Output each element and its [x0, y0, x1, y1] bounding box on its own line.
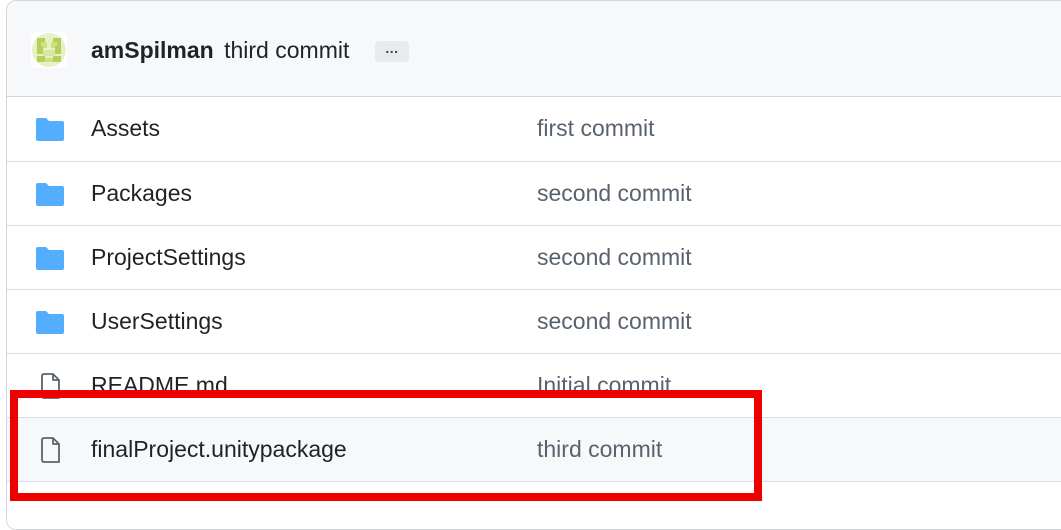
commit-author-link[interactable]: amSpilman [91, 37, 214, 63]
folder-icon [36, 311, 64, 334]
commit-message-link[interactable]: third commit [537, 433, 662, 465]
file-browser: amSpilman third commit ... Assets first … [6, 0, 1061, 530]
file-row-packages[interactable]: Packages second commit [7, 161, 1061, 225]
user-avatar[interactable] [31, 32, 67, 68]
commit-message-link[interactable]: first commit [537, 112, 655, 144]
commit-message-link[interactable]: third commit [224, 37, 349, 63]
commit-message-link[interactable]: second commit [537, 305, 692, 337]
file-row-projectsettings[interactable]: ProjectSettings second commit [7, 225, 1061, 289]
commit-message-link[interactable]: second commit [537, 241, 692, 273]
file-row-usersettings[interactable]: UserSettings second commit [7, 289, 1061, 353]
latest-commit-info: amSpilman third commit [91, 34, 349, 66]
file-name-link[interactable]: UserSettings [91, 305, 223, 337]
folder-icon [36, 183, 64, 206]
commit-message-link[interactable]: second commit [537, 177, 692, 209]
file-row-finalproject[interactable]: finalProject.unitypackage third commit [7, 417, 1061, 481]
folder-icon [36, 118, 64, 141]
file-name-link[interactable]: finalProject.unitypackage [91, 433, 347, 465]
file-row-readme[interactable]: README.md Initial commit [7, 353, 1061, 417]
file-row-assets[interactable]: Assets first commit [7, 97, 1061, 161]
file-row-next [7, 481, 1061, 529]
file-icon [41, 373, 60, 399]
file-name-link[interactable]: Packages [91, 177, 192, 209]
file-name-link[interactable]: Assets [91, 112, 160, 144]
file-name-link[interactable]: ProjectSettings [91, 241, 246, 273]
latest-commit-header: amSpilman third commit ... [7, 1, 1061, 97]
folder-icon [36, 247, 64, 270]
expand-commit-button[interactable]: ... [375, 41, 409, 62]
file-name-link[interactable]: README.md [91, 369, 228, 401]
commit-message-link[interactable]: Initial commit [537, 369, 671, 401]
file-icon [41, 437, 60, 463]
